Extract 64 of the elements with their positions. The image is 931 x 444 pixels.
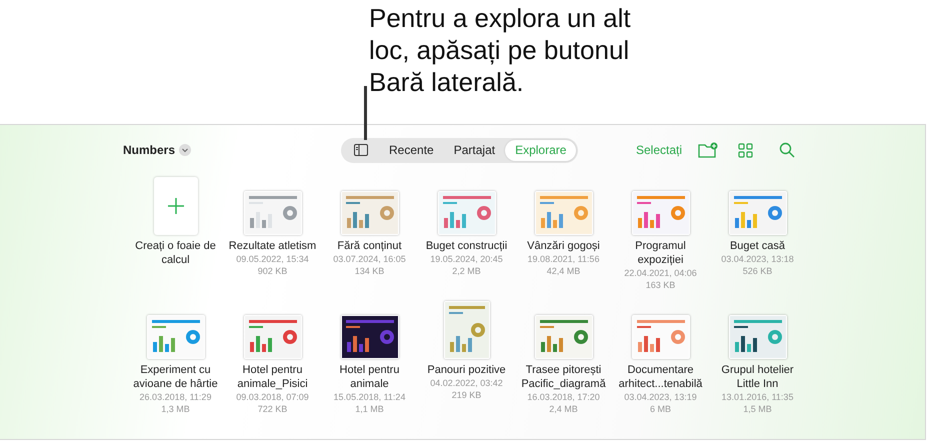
file-size: 2,4 MB	[549, 403, 578, 415]
document-thumbnail[interactable]	[534, 191, 592, 235]
file-name: Trasee pitorești Pacific_diagramă	[520, 363, 607, 391]
file-name: Experiment cu avioane de hârtie	[132, 363, 219, 391]
file-name: Buget casă	[728, 239, 786, 253]
file-date: 19.08.2021, 11:56	[528, 253, 600, 265]
file-date: 19.05.2024, 20:45	[430, 253, 503, 265]
document-thumbnail[interactable]	[340, 191, 398, 235]
file-date: 26.03.2018, 11:29	[140, 391, 212, 403]
file-size: 163 KB	[646, 279, 676, 291]
file-name: Rezultate atletism	[228, 239, 318, 253]
tab[interactable]: Recente	[379, 140, 444, 160]
file-date: 04.02.2022, 03:42	[430, 377, 503, 389]
callout-text: Pentru a explora un alt loc, apăsați pe butonul Bară laterală.	[369, 2, 632, 98]
file-name: Hotel pentru animale_Pisici	[236, 363, 309, 391]
document-thumbnail[interactable]	[632, 191, 690, 235]
file-name: Programul expoziției	[634, 239, 687, 267]
document-thumbnail[interactable]	[244, 315, 302, 359]
plus-icon	[166, 197, 184, 215]
file-date: 13.01.2016, 11:35	[722, 391, 794, 403]
file-name: Creați o foaie de calcul	[134, 239, 217, 267]
file-date: 15.05.2018, 11:24	[334, 391, 406, 403]
document-thumbnail[interactable]	[728, 191, 786, 235]
document-thumbnail[interactable]	[340, 315, 398, 359]
document-thumbnail[interactable]	[444, 301, 490, 359]
document-thumbnail[interactable]	[438, 191, 496, 235]
file-date: 09.05.2022, 15:34	[236, 253, 309, 265]
grid-view-icon[interactable]	[738, 142, 753, 158]
file-date: 09.03.2018, 07:09	[236, 391, 309, 403]
leader-line	[364, 86, 367, 140]
file-date: 03.04.2023, 13:18	[721, 253, 794, 265]
file-size: 1,5 MB	[743, 403, 772, 415]
file-date: 03.07.2024, 16:05	[333, 253, 406, 265]
file-size: 42,4 MB	[546, 265, 580, 277]
document-thumbnail[interactable]	[728, 315, 786, 359]
file-name: Buget construcții	[424, 239, 508, 253]
file-size: 902 KB	[258, 265, 288, 277]
chevron-down-icon	[179, 144, 192, 156]
file-size: 526 KB	[742, 265, 772, 277]
file-size: 134 KB	[354, 265, 384, 277]
document-thumbnail[interactable]	[632, 315, 690, 359]
file-size: 6 MB	[650, 403, 671, 415]
file-size: 219 KB	[452, 389, 482, 401]
document-thumbnail[interactable]	[244, 191, 302, 235]
tab[interactable]: Partajat	[444, 140, 506, 160]
file-date: 16.03.2018, 17:20	[527, 391, 600, 403]
search-icon[interactable]	[779, 142, 795, 158]
document-thumbnail[interactable]	[146, 315, 204, 359]
file-size: 722 KB	[258, 403, 288, 415]
file-name: Vânzări gogoși	[526, 239, 601, 253]
file-size: 1,1 MB	[355, 403, 384, 415]
new-folder-icon[interactable]	[698, 142, 718, 158]
file-date: 03.04.2023, 13:19	[624, 391, 697, 403]
document-thumbnail[interactable]	[534, 315, 592, 359]
file-size: 2,2 MB	[452, 265, 481, 277]
file-date: 22.04.2021, 04:06	[624, 267, 697, 279]
file-size: 1,3 MB	[161, 403, 190, 415]
file-name: Hotel pentru animale	[338, 363, 400, 391]
file-name: Documentare arhitect...tenabilă	[618, 363, 704, 391]
app-menu[interactable]: Numbers	[123, 141, 192, 159]
file-name: Panouri pozitive	[426, 363, 507, 377]
file-name: Grupul hotelier Little Inn	[720, 363, 795, 391]
file-name: Fără conținut	[336, 239, 403, 253]
sidebar-icon	[354, 144, 368, 156]
